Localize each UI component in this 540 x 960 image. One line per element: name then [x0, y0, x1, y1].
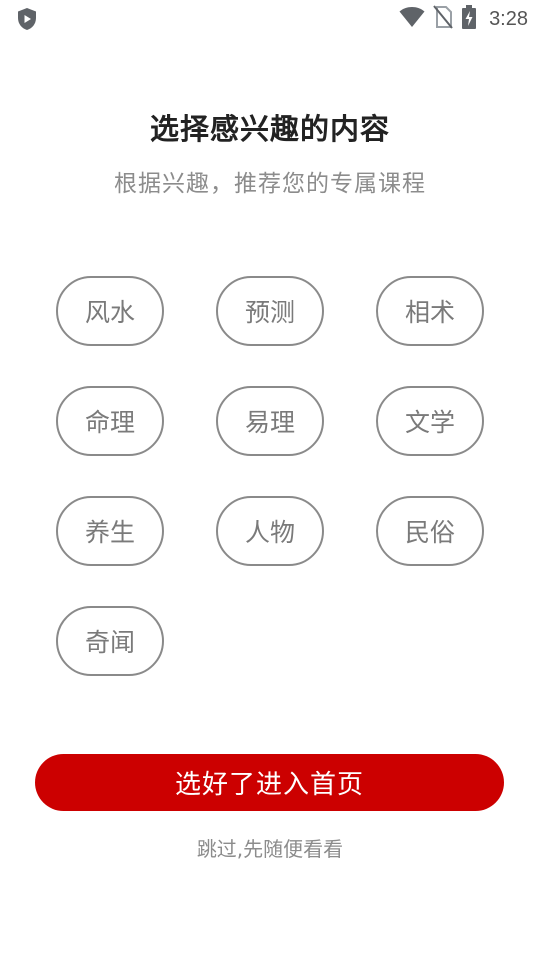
tag-wenxue[interactable]: 文学	[376, 386, 484, 456]
wifi-icon	[399, 6, 425, 32]
tag-minsu[interactable]: 民俗	[376, 496, 484, 566]
confirm-enter-home-button[interactable]: 选好了进入首页	[35, 754, 504, 811]
tag-qiwen[interactable]: 奇闻	[56, 606, 164, 676]
tag-fengshui[interactable]: 风水	[56, 276, 164, 346]
tag-yangsheng[interactable]: 养生	[56, 496, 164, 566]
tag-renwu[interactable]: 人物	[216, 496, 324, 566]
status-time: 3:28	[489, 7, 528, 30]
interest-tag-grid: 风水 预测 相术 命理 易理 文学 养生 人物 民俗 奇闻	[56, 276, 484, 676]
status-bar: 3:28	[0, 0, 540, 38]
shield-icon	[16, 7, 38, 31]
battery-charging-icon	[461, 5, 477, 33]
tag-xiangshu[interactable]: 相术	[376, 276, 484, 346]
interest-selection-screen: 3:28 选择感兴趣的内容 根据兴趣，推荐您的专属课程 风水 预测 相术 命理 …	[0, 0, 540, 960]
page-title: 选择感兴趣的内容	[149, 112, 390, 146]
page-subtitle: 根据兴趣，推荐您的专属课程	[114, 171, 426, 197]
tag-yuce[interactable]: 预测	[216, 276, 324, 346]
tag-mingli[interactable]: 命理	[56, 386, 164, 456]
skip-link[interactable]: 跳过,先随便看看	[0, 833, 540, 862]
tag-yili[interactable]: 易理	[216, 386, 324, 456]
no-sim-icon	[433, 5, 453, 33]
status-icons: 3:28	[399, 5, 528, 33]
